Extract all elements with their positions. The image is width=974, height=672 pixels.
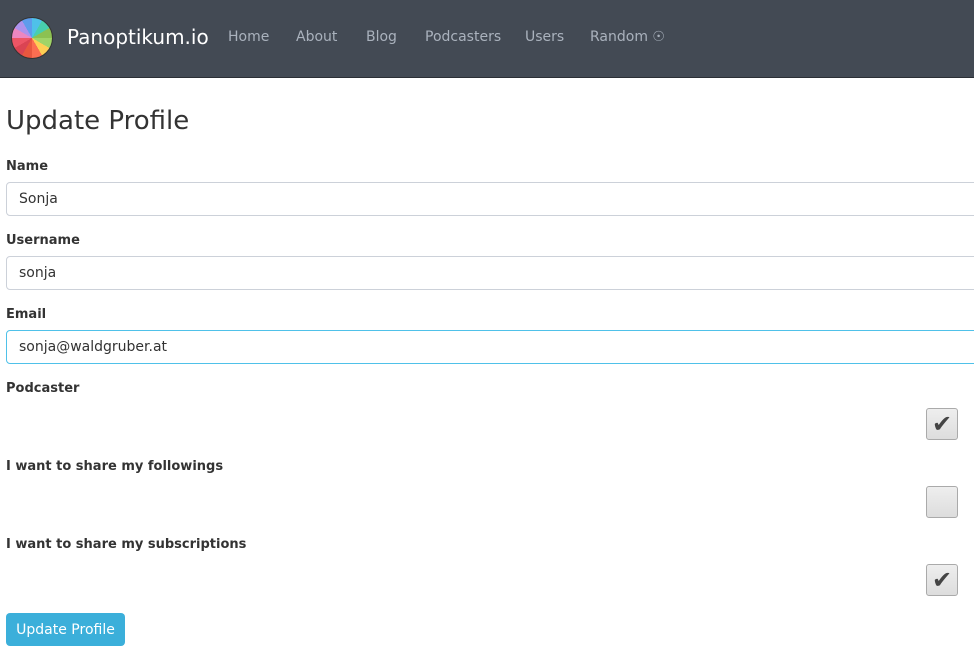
logo-icon[interactable] xyxy=(11,17,53,59)
update-profile-button[interactable]: Update Profile xyxy=(6,613,125,646)
nav-random[interactable]: Random ☉ xyxy=(590,29,665,45)
podcaster-checkbox[interactable]: ✔ xyxy=(926,408,958,440)
email-label: Email xyxy=(6,307,47,322)
navbar: Panoptikum.io Home About Blog Podcasters… xyxy=(0,0,974,78)
page-title: Update Profile xyxy=(6,106,190,136)
name-input[interactable] xyxy=(6,182,974,216)
username-input[interactable] xyxy=(6,256,974,290)
share-followings-label: I want to share my followings xyxy=(6,459,224,474)
nav-home[interactable]: Home xyxy=(228,29,269,45)
nav-random-label: Random xyxy=(590,29,648,45)
email-input[interactable] xyxy=(6,330,974,364)
checkmark-icon: ✔ xyxy=(931,566,953,594)
username-label: Username xyxy=(6,233,80,248)
share-followings-checkbox[interactable] xyxy=(926,486,958,518)
brand-link[interactable]: Panoptikum.io xyxy=(67,25,209,49)
nav-podcasters[interactable]: Podcasters xyxy=(425,29,501,45)
share-subscriptions-label: I want to share my subscriptions xyxy=(6,537,247,552)
name-label: Name xyxy=(6,159,49,174)
nav-blog[interactable]: Blog xyxy=(366,29,397,45)
podcaster-label: Podcaster xyxy=(6,381,80,396)
checkmark-icon: ✔ xyxy=(931,410,953,438)
nav-users[interactable]: Users xyxy=(525,29,564,45)
nav-about[interactable]: About xyxy=(296,29,337,45)
share-subscriptions-checkbox[interactable]: ✔ xyxy=(926,564,958,596)
podcast-icon: ☉ xyxy=(652,29,665,45)
